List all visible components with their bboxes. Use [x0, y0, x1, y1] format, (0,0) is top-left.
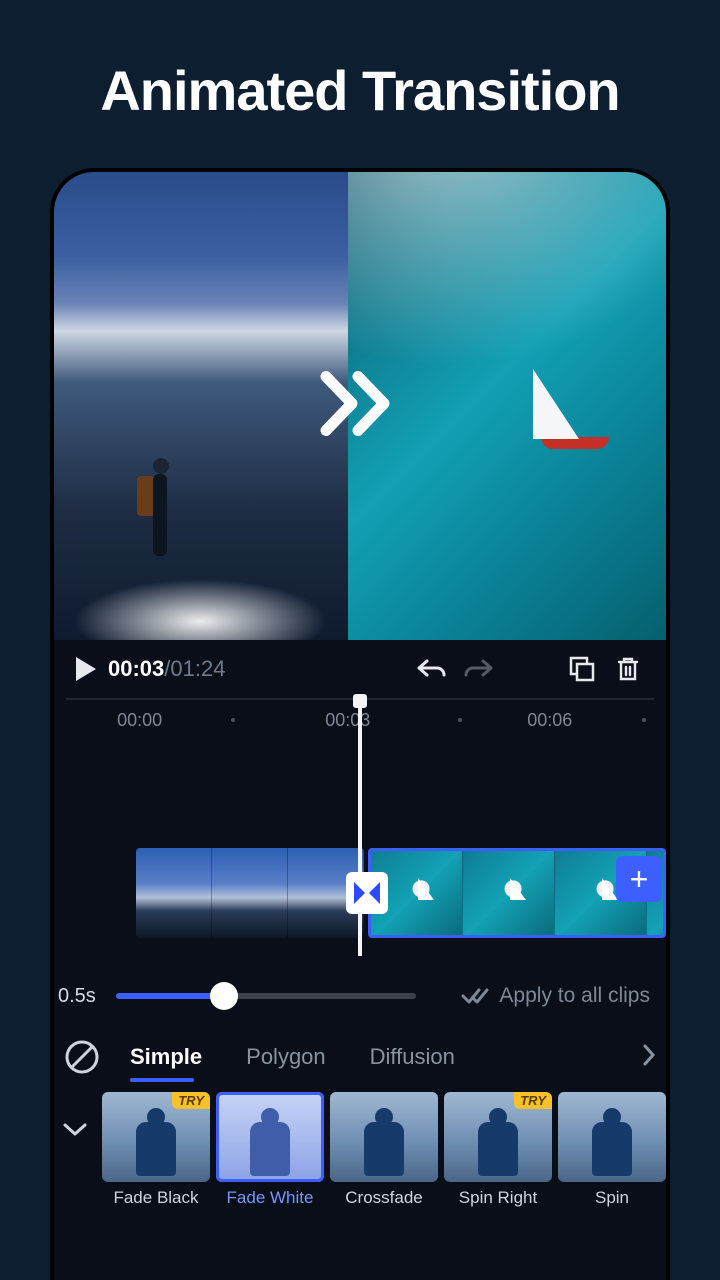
transition-thumb: TRY: [444, 1092, 552, 1182]
ruler-mark: 00:00: [117, 710, 162, 731]
play-button[interactable]: [74, 656, 98, 682]
transition-thumb: [330, 1092, 438, 1182]
transition-card[interactable]: Spin: [558, 1092, 666, 1254]
device-frame: 00:03/01:24 00:00 00:03 00:06: [50, 168, 670, 1280]
duration-value: 0.5s: [58, 985, 104, 1008]
try-badge: TRY: [172, 1092, 210, 1109]
current-time: 00:03: [108, 656, 164, 681]
timeline[interactable]: +: [54, 740, 666, 970]
transition-list: TRY Fade Black Fade White Crossfade TRY Spin …: [54, 1084, 666, 1254]
transition-label: Fade White: [227, 1188, 314, 1208]
page-title: Animated Transition: [0, 0, 720, 157]
category-tab-polygon[interactable]: Polygon: [224, 1036, 348, 1078]
transition-label: Spin Right: [459, 1188, 537, 1208]
transition-label: Crossfade: [345, 1188, 422, 1208]
collapse-panel-button[interactable]: [54, 1092, 96, 1254]
time-display: 00:03/01:24: [108, 656, 225, 682]
ruler-mark: 00:06: [527, 710, 572, 731]
ruler-tick: [231, 718, 235, 722]
scroll-right-icon[interactable]: [642, 1043, 660, 1072]
undo-button[interactable]: [414, 651, 450, 687]
ruler-mark: 00:03: [325, 710, 370, 731]
transition-label: Spin: [595, 1188, 629, 1208]
no-transition-button[interactable]: [60, 1035, 104, 1079]
transition-arrows-icon: [318, 369, 402, 444]
apply-all-button[interactable]: Apply to all clips: [461, 984, 650, 1008]
add-clip-button[interactable]: +: [616, 856, 662, 902]
sailboat-figure: [541, 369, 609, 449]
transition-card[interactable]: Fade White: [216, 1092, 324, 1254]
category-tab-simple[interactable]: Simple: [108, 1036, 224, 1078]
transition-marker[interactable]: [346, 872, 388, 914]
clip-a[interactable]: [136, 848, 364, 938]
transition-card[interactable]: Crossfade: [330, 1092, 438, 1254]
copy-button[interactable]: [564, 651, 600, 687]
duration-row: 0.5s Apply to all clips: [54, 970, 666, 1022]
video-preview[interactable]: [54, 172, 666, 640]
redo-button[interactable]: [460, 651, 496, 687]
ruler-tick: [458, 718, 462, 722]
transition-thumb: [558, 1092, 666, 1182]
transition-category-tabs: SimplePolygonDiffusion: [54, 1022, 666, 1084]
playback-bar: 00:03/01:24: [54, 640, 666, 698]
delete-button[interactable]: [610, 651, 646, 687]
total-time: 01:24: [170, 656, 225, 681]
transition-card[interactable]: TRY Spin Right: [444, 1092, 552, 1254]
check-all-icon: [461, 986, 489, 1006]
category-tab-diffusion[interactable]: Diffusion: [348, 1036, 477, 1078]
try-badge: TRY: [514, 1092, 552, 1109]
playhead[interactable]: [358, 700, 362, 956]
transition-thumb: [216, 1092, 324, 1182]
duration-slider[interactable]: [116, 984, 416, 1008]
ruler-tick: [642, 718, 646, 722]
apply-all-label: Apply to all clips: [499, 984, 650, 1008]
transition-card[interactable]: TRY Fade Black: [102, 1092, 210, 1254]
transition-thumb: TRY: [102, 1092, 210, 1182]
hiker-figure: [143, 426, 187, 556]
transition-label: Fade Black: [113, 1188, 198, 1208]
